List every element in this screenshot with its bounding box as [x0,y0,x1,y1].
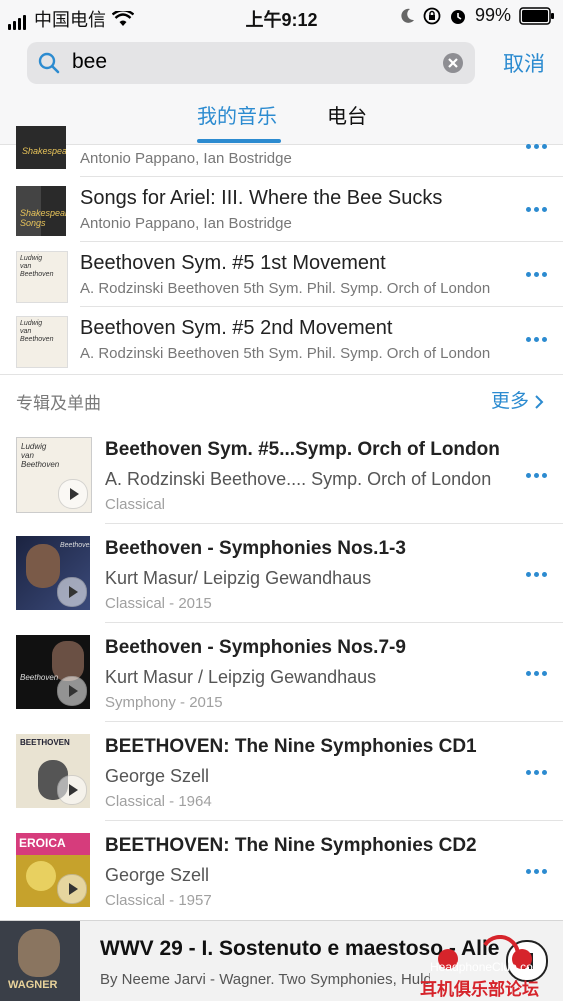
play-icon[interactable] [57,874,87,904]
artwork-text: Beethoven [60,542,90,549]
song-title: Beethoven Sym. #5 2nd Movement [80,317,393,339]
now-playing-artwork[interactable]: WAGNER [0,921,80,1001]
search-input[interactable]: bee [27,42,475,84]
more-options-icon[interactable] [526,869,548,874]
album-title: BEETHOVEN: The Nine Symphonies CD1 [105,736,477,757]
more-options-icon[interactable] [526,207,548,212]
album-item[interactable]: Beethoven Beethoven - Symphonies Nos.7-9… [0,623,563,721]
song-title: Songs for Ariel: III. Where the Bee Suck… [80,187,443,209]
watermark-site: HeadphoneClub.com [430,960,543,974]
album-artist: A. Rodzinski Beethove.... Symp. Orch of … [105,469,492,489]
rotation-lock-icon [423,7,441,24]
battery-icon [519,6,554,25]
song-subtitle: Antonio Pappano, Ian Bostridge [80,150,292,167]
alarm-icon [450,9,465,24]
album-artwork: BEETHOVEN [16,734,90,808]
album-item[interactable]: BEETHOVEN BEETHOVEN: The Nine Symphonies… [0,722,563,820]
album-item[interactable]: Ludwig van Beethoven Beethoven Sym. #5...S… [0,425,563,523]
more-options-icon[interactable] [526,671,548,676]
tab-my-music[interactable]: 我的音乐 [197,100,277,129]
more-options-icon[interactable] [526,473,548,478]
artwork-text: WAGNER [8,979,58,991]
song-title: Beethoven Sym. #5 1st Movement [80,252,386,274]
artwork-text: Beethoven [20,673,59,682]
album-meta: Classical [105,496,166,513]
search-icon [38,52,60,74]
album-artist: Kurt Masur/ Leipzig Gewandhaus [105,568,372,588]
artwork-text: BEETHOVEN [20,738,70,747]
more-options-icon[interactable] [526,337,548,342]
search-header: bee 取消 我的音乐 电台 [0,34,563,145]
album-item[interactable]: Beethoven Beethoven - Symphonies Nos.1-3… [0,524,563,622]
active-tab-indicator [197,139,281,143]
artwork-shakespeare-text: Shakespeare [22,146,66,156]
play-icon[interactable] [57,676,87,706]
album-artwork: Beethoven [16,635,90,709]
moon-icon [401,8,414,23]
more-albums-link[interactable]: 更多 [491,386,544,413]
artwork-text: Ludwig van Beethoven [20,255,54,278]
album-meta: Symphony - 2015 [105,694,223,711]
artwork-shakespeare-text: ShakespeareSongs [20,208,66,228]
list-item[interactable]: ShakespeareSongs Songs for Ariel: III. W… [0,177,563,241]
more-options-icon[interactable] [526,572,548,577]
section-divider [0,374,563,375]
play-icon[interactable] [57,775,87,805]
album-artwork: Beethoven [16,536,90,610]
song-subtitle: Antonio Pappano, Ian Bostridge [80,215,292,232]
song-artwork: Ludwig van Beethoven [16,251,68,303]
search-query: bee [72,50,108,73]
song-subtitle: A. Rodzinski Beethoven 5th Sym. Phil. Sy… [80,345,491,362]
song-subtitle: A. Rodzinski Beethoven 5th Sym. Phil. Sy… [80,280,491,297]
status-right: 99% [401,5,555,26]
album-meta: Classical - 1957 [105,892,212,909]
album-artwork: EROICA [16,833,90,907]
artwork-text: Ludwig van Beethoven [21,442,60,469]
song-artwork: ShakespeareSongs [16,186,66,236]
now-playing-subtitle: By Neeme Jarvi - Wagner. Two Symphonies,… [100,971,430,988]
more-options-icon[interactable] [526,272,548,277]
album-title: Beethoven - Symphonies Nos.7-9 [105,637,406,658]
more-label: 更多 [491,391,530,412]
watermark-text: 耳机俱乐部论坛 [420,980,539,999]
chevron-right-icon [535,395,544,409]
album-title: Beethoven - Symphonies Nos.1-3 [105,538,406,559]
battery-percent: 99% [474,5,511,25]
song-artwork: Ludwig van Beethoven [16,316,68,368]
tab-radio[interactable]: 电台 [327,100,367,129]
list-item[interactable]: Shakespeare Antonio Pappano, Ian Bostrid… [0,126,563,176]
artwork-text: EROICA [19,836,66,850]
album-artist: George Szell [105,865,210,885]
list-item[interactable]: Ludwig van Beethoven Beethoven Sym. #5 1st… [0,242,563,306]
album-meta: Classical - 1964 [105,793,212,810]
albums-section-label: 专辑及单曲 [16,394,101,413]
status-bar: 中国电信 上午9:12 99% [0,0,563,34]
artwork-text: Ludwig van Beethoven [20,320,54,343]
album-item[interactable]: EROICA BEETHOVEN: The Nine Symphonies CD… [0,821,563,919]
album-artist: George Szell [105,766,210,786]
song-artwork: Shakespeare [16,126,66,169]
album-artist: Kurt Masur / Leipzig Gewandhaus [105,667,377,687]
more-options-icon[interactable] [526,144,548,149]
play-icon[interactable] [58,479,88,509]
more-options-icon[interactable] [526,770,548,775]
album-meta: Classical - 2015 [105,595,212,612]
cancel-button[interactable]: 取消 [503,48,545,78]
clear-search-icon[interactable] [442,52,464,74]
album-title: Beethoven Sym. #5...Symp. Orch of London [105,439,500,460]
list-item[interactable]: Ludwig van Beethoven Beethoven Sym. #5 2nd… [0,307,563,373]
album-title: BEETHOVEN: The Nine Symphonies CD2 [105,835,477,856]
play-icon[interactable] [57,577,87,607]
album-artwork: Ludwig van Beethoven [16,437,92,513]
